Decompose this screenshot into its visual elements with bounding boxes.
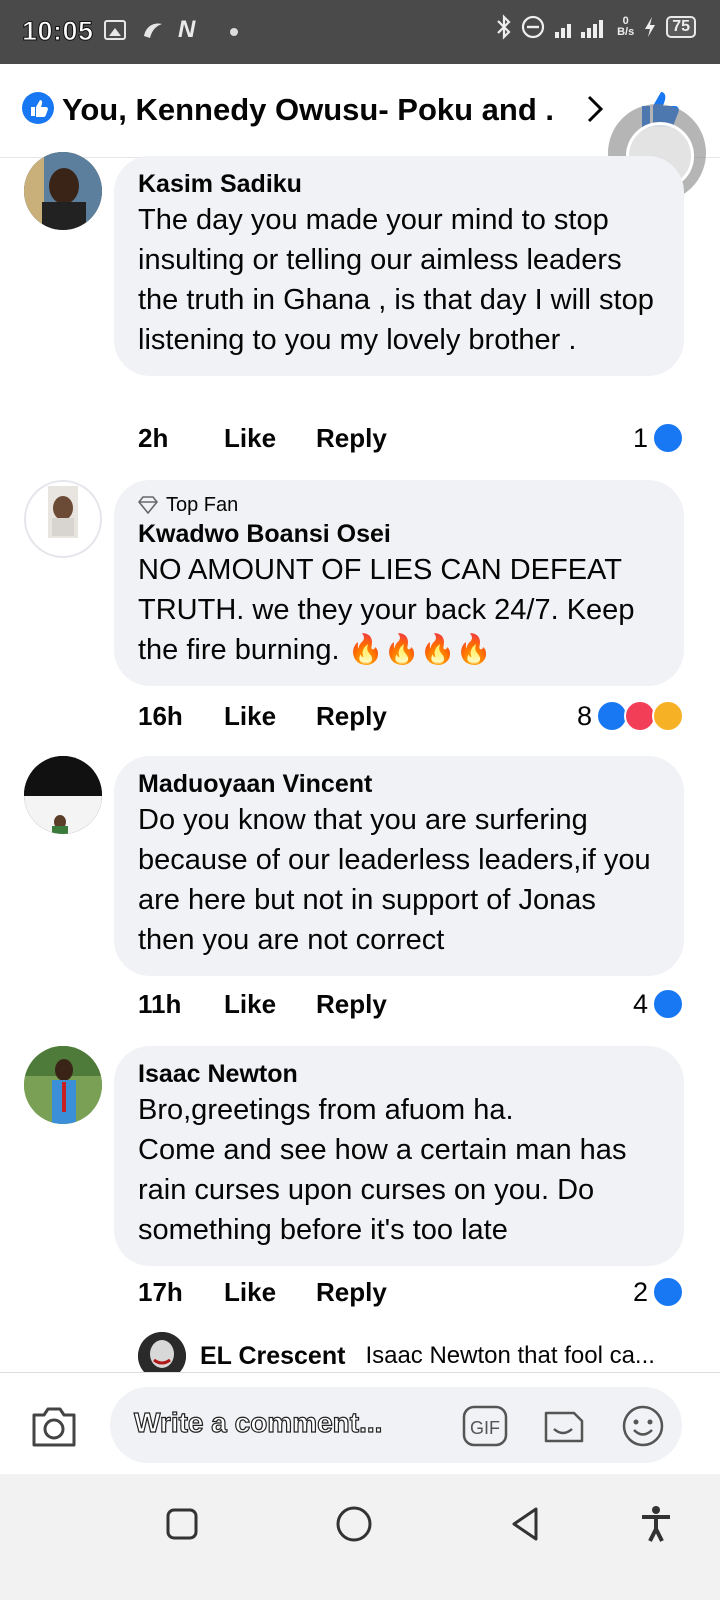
comment-actions: 11h Like Reply 4 [138,984,684,1024]
avatar[interactable] [24,480,102,558]
avatar[interactable] [24,1046,102,1124]
haha-reaction-icon [652,700,684,732]
chevron-right-icon[interactable] [580,94,610,124]
header-title[interactable]: You, Kennedy Owusu- Poku and ... [62,92,552,128]
comment-composer-bar: Write a comment... GIF [0,1372,720,1474]
comment-actions: 2h Like Reply 1 [138,418,684,458]
n-app-icon: N [178,16,196,43]
like-reaction-icon [652,1276,684,1308]
avatar[interactable] [24,756,102,834]
comment-author[interactable]: Maduoyaan Vincent [138,768,660,800]
gif-label: GIF [470,1418,500,1438]
comment-text: NO AMOUNT OF LIES CAN DEFEAT TRUTH. we t… [138,554,635,666]
status-bar: 10:05 N 0 B/s 75 [0,0,720,64]
reply-text: Isaac Newton that fool ca... [365,1342,655,1369]
like-reaction-icon [652,988,684,1020]
like-button[interactable]: Like [224,701,316,732]
system-nav-bar [0,1474,720,1600]
comment-time[interactable]: 2h [138,423,208,454]
comment-bubble[interactable]: Isaac Newton Bro,greetings from afuom ha… [114,1046,684,1266]
comment-time[interactable]: 16h [138,701,208,732]
comment-time[interactable]: 17h [138,1277,208,1308]
charging-icon [645,17,656,37]
like-button[interactable]: Like [224,1277,316,1308]
like-reaction-icon [652,422,684,454]
more-notifications-dot-icon [230,28,238,36]
reply-button[interactable]: Reply [316,1277,387,1308]
comment-bubble[interactable]: Kasim Sadiku The day you made your mind … [114,156,684,376]
back-icon[interactable] [506,1504,546,1544]
comment-bubble[interactable]: Maduoyaan Vincent Do you know that you a… [114,756,684,976]
do-not-disturb-icon [521,15,545,39]
bluetooth-icon [497,14,511,40]
reaction-summary[interactable]: 1 [633,422,684,454]
top-fan-label: Top Fan [166,494,239,516]
accessibility-icon[interactable] [636,1504,676,1544]
reaction-count: 4 [632,988,648,1019]
like-badge-icon[interactable] [22,92,54,124]
camera-icon[interactable] [30,1405,78,1449]
app-notification-icon [144,23,162,38]
comment-input[interactable]: Write a comment... GIF [110,1387,682,1463]
comment-author[interactable]: Kwadwo Boansi Osei [138,518,660,550]
emoji-icon[interactable] [620,1403,666,1449]
comment-placeholder: Write a comment... [133,1406,383,1438]
comment-bubble[interactable]: Top Fan Kwadwo Boansi Osei NO AMOUNT OF … [114,480,684,686]
comment-actions: 17h Like Reply 2 [138,1272,684,1312]
comment-text: Bro,greetings from afuom ha. Come and se… [138,1094,627,1246]
comment-author[interactable]: Isaac Newton [138,1058,660,1090]
reply-author[interactable]: EL Crescent [200,1342,345,1371]
reaction-count: 8 [576,700,592,731]
comment-text: Do you know that you are surfering becau… [138,804,651,956]
reaction-summary[interactable]: 8 [577,700,684,732]
reply-button[interactable]: Reply [316,701,387,732]
comment-text: The day you made your mind to stop insul… [138,204,654,356]
comment-author[interactable]: Kasim Sadiku [138,168,660,200]
gallery-notification-icon [104,20,126,40]
reaction-count: 2 [632,1276,648,1307]
like-button[interactable]: Like [224,423,316,454]
signal-icon [555,20,604,38]
net-speed: 0 B/s [617,16,634,38]
status-right-cluster: 0 B/s 75 [495,14,696,40]
top-fan-badge: Top Fan [138,492,660,518]
diamond-icon [138,496,158,514]
sticker-icon[interactable] [540,1403,586,1449]
gif-icon[interactable]: GIF [462,1405,508,1447]
status-time: 10:05 [22,16,94,47]
avatar[interactable] [24,152,102,230]
home-icon[interactable] [334,1504,374,1544]
like-button[interactable]: Like [224,989,316,1020]
reply-button[interactable]: Reply [316,423,387,454]
comment-actions: 16h Like Reply 8 [138,696,684,736]
comment-time[interactable]: 11h [138,989,208,1020]
reaction-summary[interactable]: 4 [633,988,684,1020]
battery-indicator: 75 [666,16,696,38]
reaction-count: 1 [632,422,648,453]
recent-apps-icon[interactable] [162,1504,202,1544]
net-speed-unit: B/s [617,26,635,38]
reaction-summary[interactable]: 2 [633,1276,684,1308]
reply-button[interactable]: Reply [316,989,387,1020]
